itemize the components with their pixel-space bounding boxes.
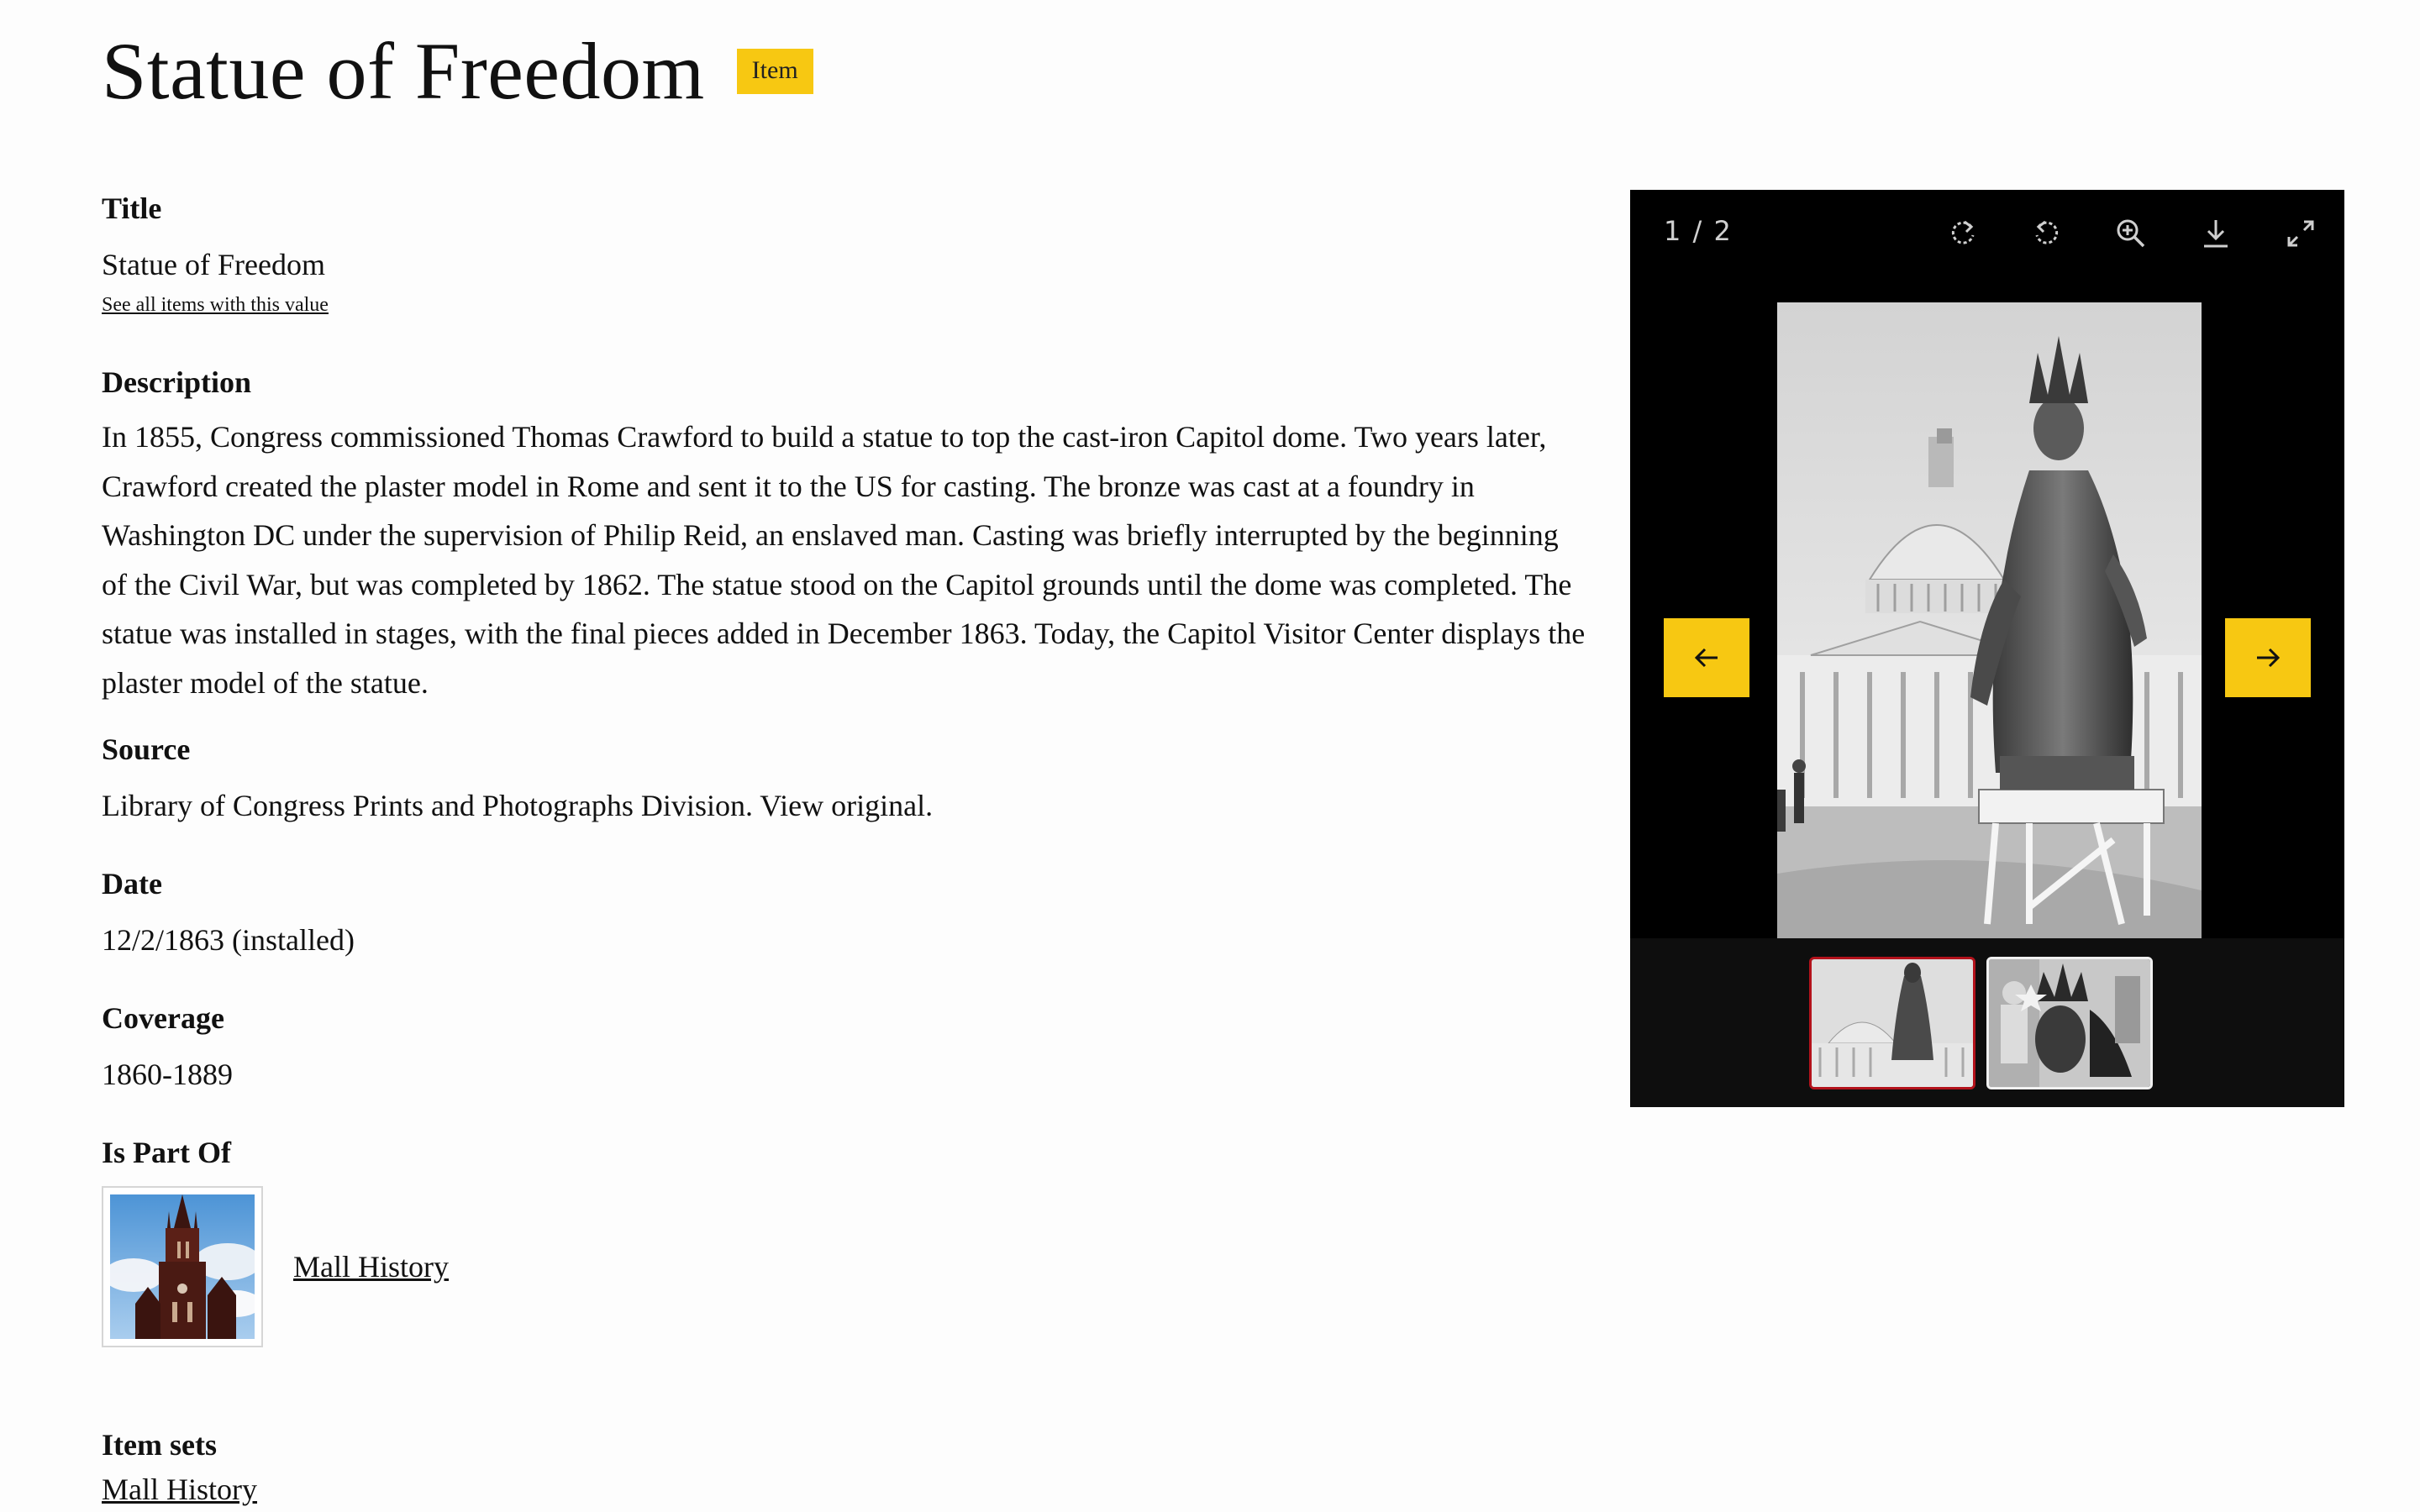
field-label-title: Title — [102, 192, 162, 225]
field-date: Date 12/2/1863 (installed) — [102, 865, 1589, 964]
field-is-part-of: Is Part Of Mall History — [102, 1134, 1589, 1347]
next-image-button[interactable] — [2225, 618, 2311, 697]
previous-image-button[interactable] — [1664, 618, 1749, 697]
page-title: Statue of Freedom — [102, 26, 705, 116]
metadata-panel: Title Statue of Freedom See all items wi… — [102, 190, 1589, 1507]
thumbnail-strip — [1630, 938, 2344, 1107]
church-tower-image — [103, 1194, 261, 1339]
field-item-sets: Item sets Mall History — [102, 1426, 1589, 1507]
rotate-counterclockwise-icon — [2035, 220, 2059, 244]
download-icon — [2204, 220, 2228, 248]
thumbnail-image — [1812, 959, 1973, 1087]
zoom-in-button[interactable] — [2104, 207, 2158, 260]
thumbnail-2[interactable] — [1986, 957, 2153, 1089]
rotate-counterclockwise-button[interactable] — [2020, 207, 2074, 260]
thumbnail-image — [1989, 959, 2150, 1087]
rotate-clockwise-icon — [1951, 220, 1975, 244]
resource-type-badge: Item — [736, 49, 813, 94]
fullscreen-icon — [2287, 220, 2314, 247]
arrow-right-icon — [2257, 648, 2281, 668]
field-label-item-sets: Item sets — [102, 1428, 217, 1462]
fullscreen-button[interactable] — [2274, 207, 2328, 260]
field-label-is-part-of: Is Part Of — [102, 1136, 231, 1169]
field-value-title: Statue of Freedom — [102, 248, 325, 281]
image-viewer: 1 / 2 — [1630, 190, 2344, 1107]
field-value-coverage: 1860-1889 — [102, 1058, 233, 1091]
download-button[interactable] — [2189, 207, 2243, 260]
field-value-description: In 1855, Congress commissioned Thomas Cr… — [102, 420, 1586, 700]
field-label-source: Source — [102, 732, 191, 766]
thumbnail-1[interactable] — [1809, 957, 1975, 1089]
field-description: Description In 1855, Congress commission… — [102, 364, 1589, 707]
rotate-clockwise-button[interactable] — [1936, 207, 1990, 260]
field-label-date: Date — [102, 867, 162, 900]
zoom-in-icon — [2117, 219, 2145, 248]
page-header: Statue of Freedom Item — [102, 25, 813, 118]
arrow-left-icon — [1694, 648, 1718, 668]
item-set-link[interactable]: Mall History — [102, 1472, 257, 1507]
field-label-description: Description — [102, 365, 251, 399]
image-counter: 1 / 2 — [1664, 215, 1733, 247]
statue-photo — [1777, 302, 2202, 938]
field-value-date: 12/2/1863 (installed) — [102, 923, 355, 957]
field-title: Title Statue of Freedom See all items wi… — [102, 190, 1589, 317]
field-label-coverage: Coverage — [102, 1001, 224, 1035]
is-part-of-link[interactable]: Mall History — [293, 1249, 449, 1284]
field-coverage: Coverage 1860-1889 — [102, 1000, 1589, 1099]
linked-resource-thumbnail[interactable] — [102, 1186, 263, 1347]
field-source: Source Library of Congress Prints and Ph… — [102, 731, 1589, 830]
field-value-source: Library of Congress Prints and Photograp… — [102, 789, 934, 822]
main-image[interactable] — [1777, 302, 2202, 938]
see-all-items-link[interactable]: See all items with this value — [102, 294, 329, 317]
linked-resource: Mall History — [102, 1186, 1589, 1347]
